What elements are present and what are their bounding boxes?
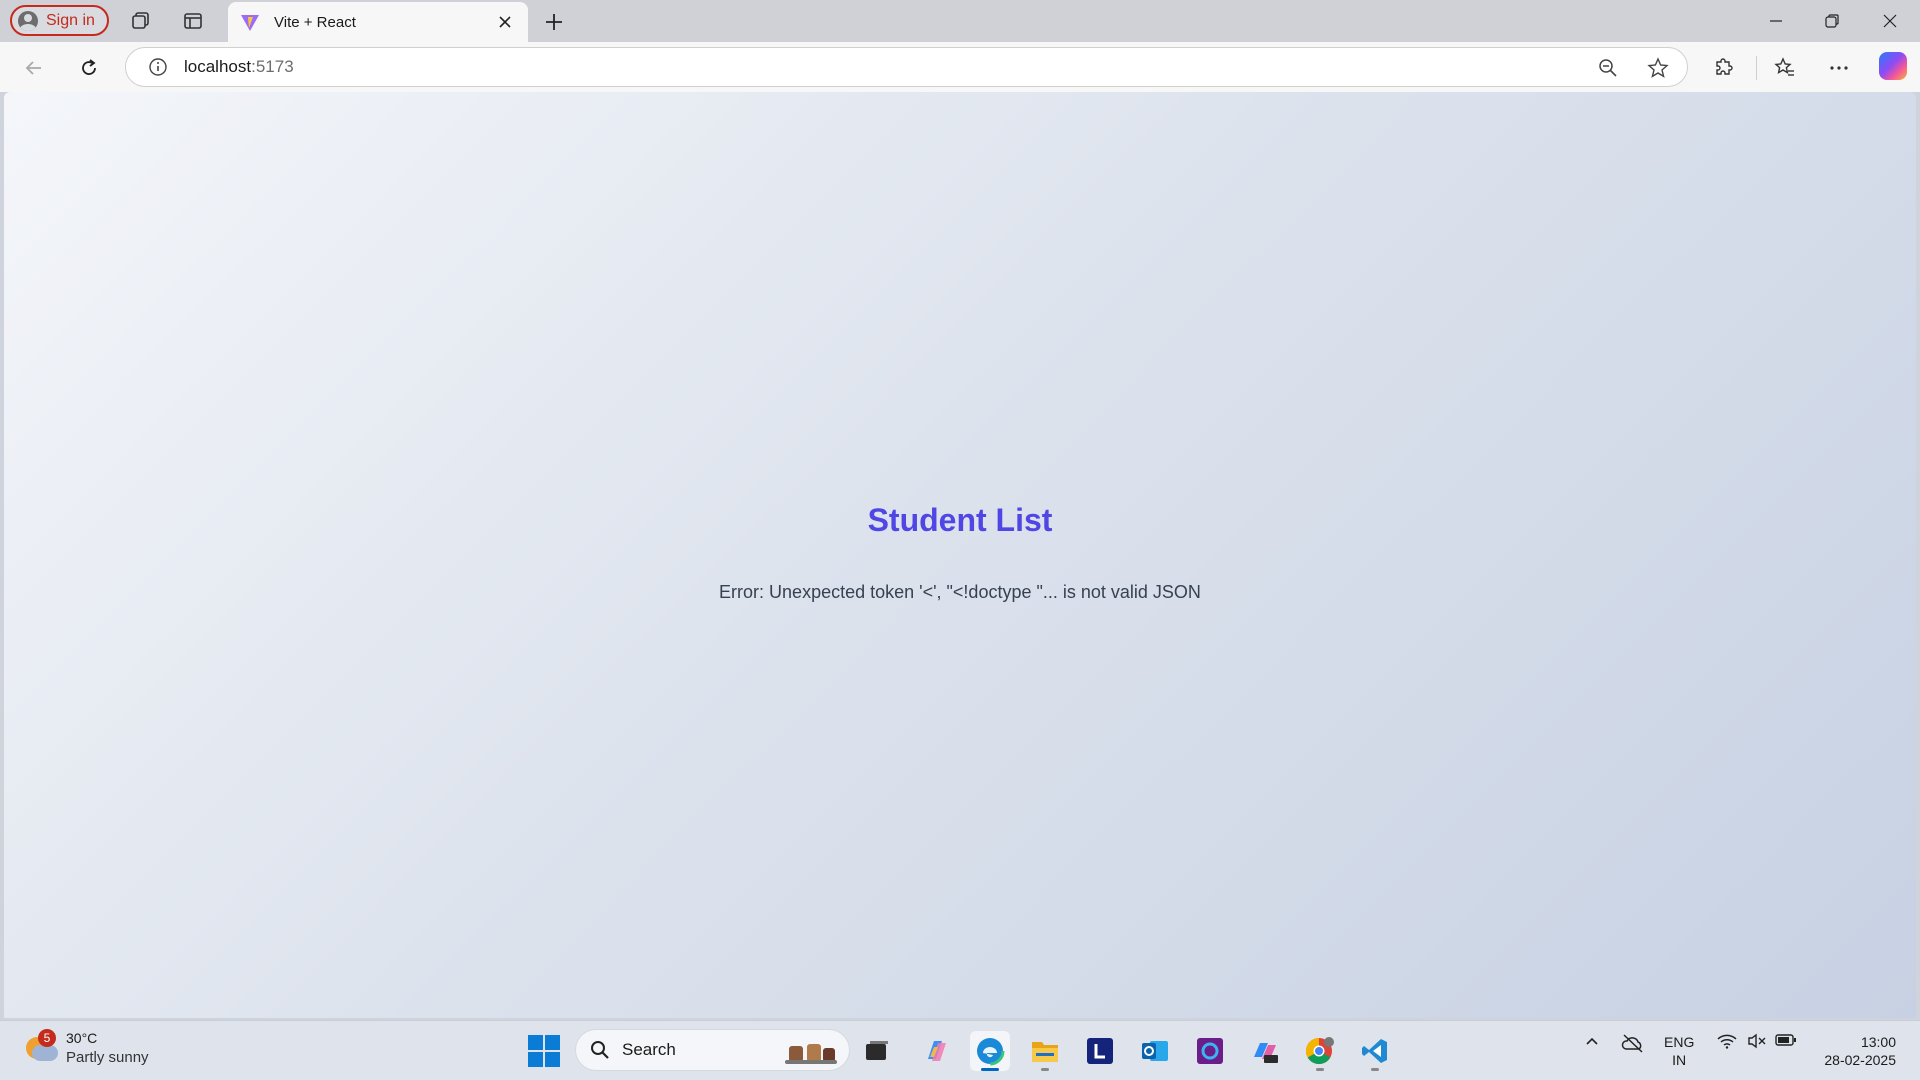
vite-logo-icon (241, 15, 259, 31)
sign-in-label: Sign in (46, 11, 95, 29)
extensions-icon[interactable] (1708, 52, 1740, 84)
browser-tab-strip: Sign in Vite + React (0, 0, 1920, 42)
workspaces-icon[interactable] (128, 8, 154, 34)
wifi-icon[interactable] (1716, 1033, 1738, 1049)
onedrive-offline-icon[interactable] (1620, 1033, 1646, 1053)
search-icon (591, 1041, 609, 1059)
search-highlight-icon (785, 1044, 837, 1064)
chrome-icon[interactable] (1300, 1031, 1340, 1071)
zoom-out-icon[interactable] (1593, 53, 1623, 83)
error-message: Error: Unexpected token '<', "<!doctype … (719, 582, 1201, 602)
windows-start-icon[interactable] (528, 1035, 560, 1067)
edge-browser-icon[interactable] (970, 1031, 1010, 1071)
tab-title: Vite + React (274, 13, 356, 31)
page-title: Student List (867, 502, 1053, 538)
restore-icon[interactable] (1812, 6, 1852, 36)
refresh-icon[interactable] (73, 52, 105, 84)
show-hidden-icons-chevron-icon[interactable] (1580, 1033, 1604, 1049)
weather-description: Partly sunny (66, 1049, 149, 1066)
back-arrow-icon[interactable] (18, 52, 50, 84)
battery-icon[interactable] (1774, 1033, 1798, 1047)
new-tab-plus-icon[interactable] (540, 8, 568, 36)
address-bar[interactable]: localhost:5173 (125, 47, 1688, 87)
vscode-icon[interactable] (1355, 1031, 1395, 1071)
l-app-icon[interactable] (1080, 1031, 1120, 1071)
clock-date: 28-02-2025 (1824, 1052, 1896, 1068)
page-viewport: Student List Error: Unexpected token '<'… (4, 92, 1916, 1018)
vertical-tabs-icon[interactable] (180, 8, 206, 34)
minimize-icon[interactable] (1756, 6, 1796, 36)
weather-badge: 5 (38, 1029, 56, 1047)
toolbar-separator (1756, 56, 1757, 80)
search-label: Search (622, 1040, 676, 1059)
system-clock[interactable]: 13:00 28-02-2025 (1814, 1033, 1896, 1069)
clock-time: 13:00 (1860, 1034, 1896, 1050)
weather-temperature: 30°C (66, 1030, 98, 1046)
favorites-list-icon[interactable] (1769, 52, 1801, 84)
microsoft-365-icon[interactable] (1245, 1031, 1285, 1071)
volume-muted-icon[interactable] (1746, 1033, 1768, 1049)
tab-vite-react[interactable]: Vite + React (228, 2, 528, 42)
task-view-icon[interactable] (857, 1031, 897, 1071)
copilot-app-icon[interactable] (916, 1031, 956, 1071)
sign-in-button[interactable]: Sign in (10, 5, 109, 36)
close-window-icon[interactable] (1870, 6, 1910, 36)
favorite-star-icon[interactable] (1643, 53, 1673, 83)
cortana-icon[interactable] (1190, 1031, 1230, 1071)
profile-avatar-icon (18, 10, 38, 31)
file-explorer-icon[interactable] (1025, 1031, 1065, 1071)
tab-close-icon[interactable] (494, 11, 516, 33)
language-indicator[interactable]: ENG IN (1664, 1033, 1694, 1069)
windows-taskbar: 5 30°C Partly sunny Search ENG IN 13:00 … (0, 1020, 1920, 1080)
taskbar-search[interactable]: Search (575, 1029, 850, 1071)
weather-widget[interactable]: 5 30°C Partly sunny (24, 1029, 149, 1067)
url-text[interactable]: localhost:5173 (184, 57, 294, 77)
outlook-icon[interactable] (1135, 1031, 1175, 1071)
site-info-icon[interactable] (146, 55, 170, 79)
browser-toolbar: localhost:5173 (0, 42, 1920, 92)
partly-sunny-icon: 5 (24, 1029, 58, 1065)
copilot-icon[interactable] (1879, 52, 1907, 80)
more-menu-icon[interactable] (1823, 52, 1855, 84)
